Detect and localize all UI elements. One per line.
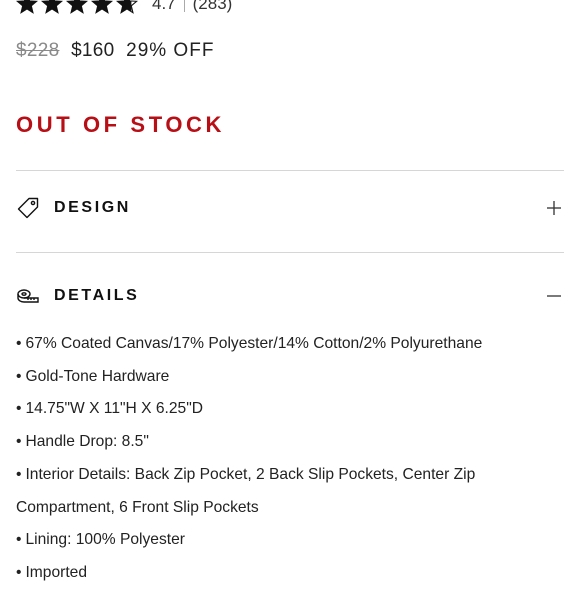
detail-item: Imported [16,557,564,590]
minus-icon[interactable] [544,286,564,306]
sale-price: $160 [71,40,115,61]
rating-value: 4.7 [152,0,176,13]
design-accordion-header[interactable]: DESIGN [16,188,564,228]
detail-item: Handle Drop: 8.5" [16,426,564,459]
review-count[interactable]: (283) [193,0,233,13]
design-title: DESIGN [54,199,131,216]
detail-item: Interior Details: Back Zip Pocket, 2 Bac… [16,459,564,524]
details-accordion-header[interactable]: DETAILS [16,276,564,316]
rating-stars[interactable] [16,0,138,18]
price-row: $228 $160 29% OFF [16,40,214,62]
star-full-icon [16,0,38,14]
divider [16,170,564,171]
detail-item: Lining: 100% Polyester [16,524,564,557]
original-price: $228 [16,40,60,61]
tag-icon [16,196,40,220]
divider [16,252,564,253]
rating-summary[interactable]: 4.7 (283) [152,0,232,14]
detail-item: 14.75"W X 11"H X 6.25"D [16,393,564,426]
star-full-icon [41,0,63,14]
discount-label: 29% OFF [126,40,215,61]
tape-measure-icon [16,284,40,308]
rating-divider [183,0,185,12]
star-full-icon [66,0,88,14]
details-title: DETAILS [54,287,140,304]
details-list: 67% Coated Canvas/17% Polyester/14% Cott… [16,328,564,590]
plus-icon[interactable] [544,198,564,218]
star-full-icon [91,0,113,14]
stock-status: OUT OF STOCK [16,112,226,137]
star-partial-icon [116,0,138,14]
detail-item: 67% Coated Canvas/17% Polyester/14% Cott… [16,328,564,361]
detail-item: Gold-Tone Hardware [16,361,564,394]
stars-group [16,0,138,15]
